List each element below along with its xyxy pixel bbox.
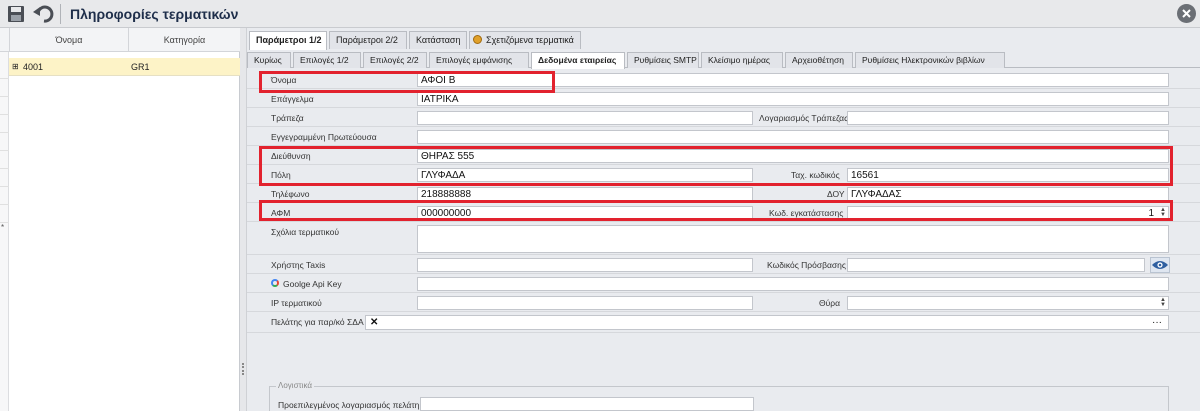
taxis-user-label: Χρήστης Taxis xyxy=(271,260,326,270)
tab-main[interactable]: Κυρίως xyxy=(247,52,291,68)
customer-sda-lookup[interactable]: ✕ ··· xyxy=(365,315,1169,330)
form-row-phone: Τηλέφωνο ΔΟΥ xyxy=(247,185,1200,203)
afm-input[interactable] xyxy=(417,206,753,220)
undo-icon[interactable] xyxy=(32,4,54,24)
port-spinner-icon[interactable]: ▲ ▼ xyxy=(1159,297,1167,309)
details-pane: Παράμετροι 1/2 Παράμετροι 2/2 Κατάσταση … xyxy=(247,28,1200,411)
bank-account-input[interactable] xyxy=(847,111,1169,125)
city-input[interactable] xyxy=(417,168,753,182)
accounting-group-title: Λογιστικά xyxy=(276,381,314,390)
form-row-taxis: Χρήστης Taxis Κωδικός Πρόσβασης xyxy=(247,256,1200,274)
form-row-address: Διεύθυνση xyxy=(247,147,1200,165)
profession-input[interactable] xyxy=(417,92,1169,106)
installation-code-spinner-icon[interactable]: ▲ ▼ xyxy=(1159,207,1167,219)
new-row-asterisk-icon: * xyxy=(1,223,5,232)
form-row-afm: ΑΦΜ Κωδ. εγκατάστασης ▲▼ xyxy=(247,204,1200,222)
afm-label: ΑΦΜ xyxy=(271,208,291,218)
form-row-customer-sda: Πελάτης για παρ/κό ΣΔΑ ✕ ··· xyxy=(247,313,1200,333)
ellipsis-icon[interactable]: ··· xyxy=(1152,316,1162,329)
form-row-city: Πόλη Ταχ. κωδικός xyxy=(247,166,1200,184)
company-data-form: Όνομα Επάγγελμα Τράπεζα Λογαριασμός Τράπ… xyxy=(247,69,1200,411)
clear-icon[interactable]: ✕ xyxy=(370,316,378,329)
form-row-terminal-ip: IP τερματικού Θύρα ▲ ▼ xyxy=(247,294,1200,312)
title-bar: Πληροφορίες τερματικών xyxy=(0,0,1200,28)
sub-tabs: Κυρίως Επιλογές 1/2 Επιλογές 2/2 Επιλογέ… xyxy=(247,52,1200,69)
access-code-input[interactable] xyxy=(847,258,1145,272)
name-input[interactable] xyxy=(417,73,1169,87)
form-row-bank: Τράπεζα Λογαριασμός Τράπεζας xyxy=(247,109,1200,127)
name-label: Όνομα xyxy=(271,75,297,85)
default-account-input[interactable] xyxy=(420,397,754,411)
taxis-user-input[interactable] xyxy=(417,258,753,272)
tab-parameters-2[interactable]: Παράμετροι 2/2 xyxy=(329,31,407,49)
terminal-comments-textarea[interactable] xyxy=(417,225,1169,253)
tab-ebooks-settings[interactable]: Ρυθμίσεις Ηλεκτρονικών βιβλίων xyxy=(855,52,1005,68)
row-name-cell: 4001 xyxy=(23,62,44,72)
tab-options-2[interactable]: Επιλογές 2/2 xyxy=(363,52,427,68)
eye-icon[interactable] xyxy=(1150,257,1170,273)
row-indicator-column: * xyxy=(0,28,9,411)
tax-office-input[interactable] xyxy=(847,187,1169,201)
form-row-terminal-comments: Σχόλια τερματικού xyxy=(247,223,1200,255)
tab-archiving[interactable]: Αρχειοθέτηση xyxy=(785,52,853,68)
terminal-comments-label: Σχόλια τερματικού xyxy=(271,227,340,237)
column-header-name[interactable]: Όνομα xyxy=(9,28,128,52)
form-row-registered-capital: Εγγεγραμμένη Πρωτεύουσα xyxy=(247,128,1200,146)
tab-day-closing[interactable]: Κλείσιμο ημέρας xyxy=(701,52,783,68)
installation-code-input[interactable] xyxy=(847,206,1169,220)
profession-label: Επάγγελμα xyxy=(271,94,314,104)
grid-header: Όνομα Κατηγορία xyxy=(0,28,240,52)
save-icon[interactable] xyxy=(6,4,26,24)
tab-related-terminals-label: Σχετιζόμενα τερματικά xyxy=(486,35,574,45)
google-api-key-label: Goolge Api Key xyxy=(283,279,342,289)
accounting-group: Λογιστικά Προεπιλεγμένος λογαριασμός πελ… xyxy=(269,381,1169,411)
city-label: Πόλη xyxy=(271,170,291,180)
tab-options-1[interactable]: Επιλογές 1/2 xyxy=(293,52,361,68)
window-title: Πληροφορίες τερματικών xyxy=(70,6,239,22)
address-input[interactable] xyxy=(417,149,1169,163)
column-header-category[interactable]: Κατηγορία xyxy=(128,28,240,52)
registered-capital-label: Εγγεγραμμένη Πρωτεύουσα xyxy=(271,132,377,142)
tax-office-label: ΔΟΥ xyxy=(827,189,845,199)
bank-input[interactable] xyxy=(417,111,753,125)
default-account-label: Προεπιλεγμένος λογαριασμός πελάτη xyxy=(278,400,420,410)
terminals-grid: * Όνομα Κατηγορία ⊞ 4001 GR1 xyxy=(0,28,240,411)
postal-code-input[interactable] xyxy=(847,168,1169,182)
expand-icon[interactable]: ⊞ xyxy=(12,58,19,76)
terminal-ip-input[interactable] xyxy=(417,296,753,310)
tab-related-terminals[interactable]: Σχετιζόμενα τερματικά xyxy=(469,31,581,49)
bank-account-label: Λογαριασμός Τράπεζας xyxy=(759,113,849,123)
port-label: Θύρα xyxy=(819,298,841,308)
port-input[interactable] xyxy=(847,296,1169,310)
access-code-label: Κωδικός Πρόσβασης xyxy=(767,260,846,270)
postal-code-label: Ταχ. κωδικός xyxy=(791,170,840,180)
close-icon[interactable] xyxy=(1177,4,1196,23)
form-row-name: Όνομα xyxy=(247,71,1200,89)
toolbar-separator xyxy=(60,4,61,24)
google-api-key-input[interactable] xyxy=(417,277,1169,291)
installation-code-label: Κωδ. εγκατάστασης xyxy=(769,208,844,218)
terminal-ip-label: IP τερματικού xyxy=(271,298,322,308)
google-icon xyxy=(271,279,279,287)
phone-label: Τηλέφωνο xyxy=(271,189,310,199)
bank-label: Τράπεζα xyxy=(271,113,304,123)
table-row[interactable]: ⊞ 4001 GR1 xyxy=(9,58,240,76)
tab-company-data[interactable]: Δεδομένα εταιρείας xyxy=(531,52,625,69)
customer-sda-label: Πελάτης για παρ/κό ΣΔΑ xyxy=(271,317,364,327)
phone-input[interactable] xyxy=(417,187,753,201)
registered-capital-input[interactable] xyxy=(417,130,1169,144)
address-label: Διεύθυνση xyxy=(271,151,311,161)
form-row-google-api-key: Goolge Api Key xyxy=(247,275,1200,293)
tab-display-options[interactable]: Επιλογές εμφάνισης xyxy=(429,52,529,68)
form-row-profession: Επάγγελμα xyxy=(247,90,1200,108)
tab-status[interactable]: Κατάσταση xyxy=(409,31,467,49)
panel-splitter[interactable] xyxy=(240,28,247,411)
related-terminals-icon xyxy=(473,35,482,44)
row-category-cell: GR1 xyxy=(131,62,150,72)
tab-smtp-settings[interactable]: Ρυθμίσεις SMTP xyxy=(627,52,699,68)
tab-parameters-1[interactable]: Παράμετροι 1/2 xyxy=(249,31,327,50)
